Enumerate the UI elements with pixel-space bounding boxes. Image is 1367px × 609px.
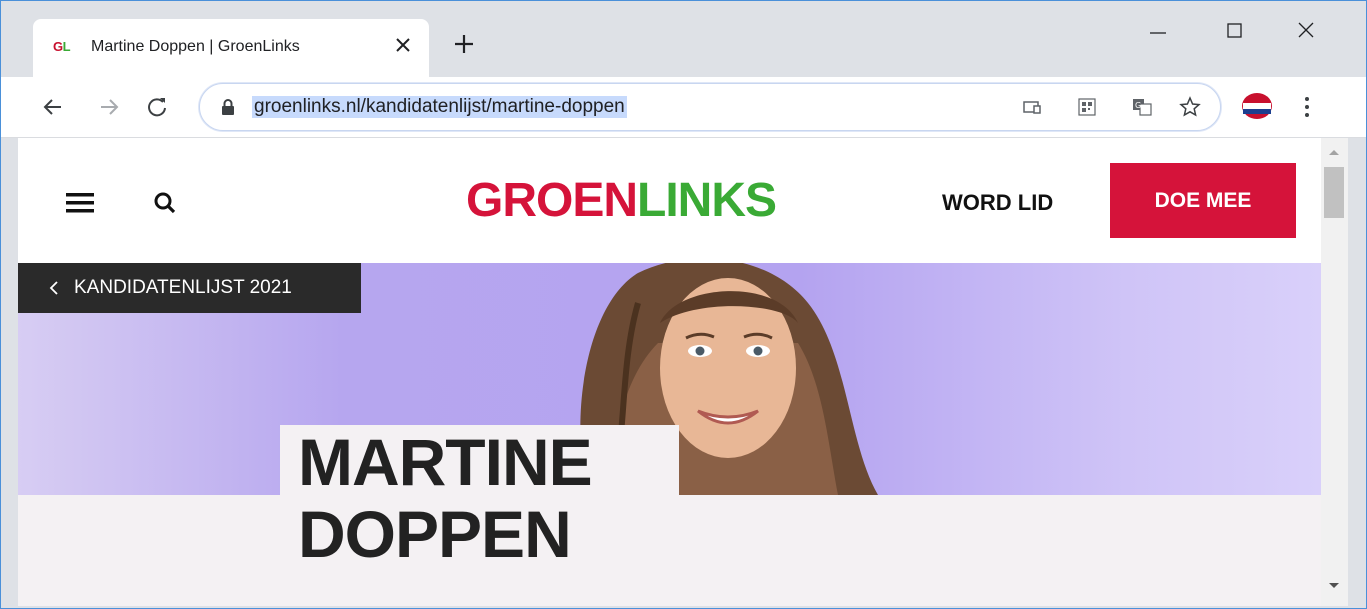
url-text[interactable]: groenlinks.nl/kandidatenlijst/martine-do… xyxy=(252,96,627,118)
arrow-right-icon[interactable] xyxy=(95,93,123,121)
qr-code-icon[interactable] xyxy=(1075,95,1099,119)
close-icon[interactable] xyxy=(391,33,415,57)
reload-icon[interactable] xyxy=(143,93,171,121)
svg-text:G: G xyxy=(1135,101,1141,110)
arrow-left-icon[interactable] xyxy=(39,93,67,121)
candidate-first-name: MARTINE xyxy=(298,425,593,499)
plus-icon[interactable] xyxy=(451,31,477,57)
site-header: GROENLINKS WORD LID DOE MEE xyxy=(18,138,1321,263)
tab-strip: GL Martine Doppen | GroenLinks xyxy=(1,1,1366,77)
lock-icon[interactable] xyxy=(220,98,236,116)
extension-icon[interactable] xyxy=(1239,89,1275,123)
close-window-icon[interactable] xyxy=(1283,15,1329,45)
maximize-icon[interactable] xyxy=(1211,15,1257,45)
scroll-up-icon[interactable] xyxy=(1326,147,1342,157)
scroll-down-icon[interactable] xyxy=(1326,581,1342,591)
favicon: GL xyxy=(53,39,71,54)
page-viewport: GROENLINKS WORD LID DOE MEE KANDIDATENLI… xyxy=(18,138,1321,606)
tab-title: Martine Doppen | GroenLinks xyxy=(91,38,300,55)
doe-mee-button[interactable]: DOE MEE xyxy=(1110,163,1296,238)
candidate-last-name: DOPPEN xyxy=(298,497,572,571)
translate-icon[interactable]: G xyxy=(1130,95,1154,119)
hamburger-menu-icon[interactable] xyxy=(66,192,94,214)
back-to-list-link[interactable]: KANDIDATENLIJST 2021 xyxy=(18,263,361,313)
tab-active[interactable]: GL Martine Doppen | GroenLinks xyxy=(33,19,429,77)
search-icon[interactable] xyxy=(152,190,178,216)
star-icon[interactable] xyxy=(1178,95,1202,119)
site-logo[interactable]: GROENLINKS xyxy=(466,173,777,229)
chevron-left-icon xyxy=(49,281,58,295)
browser-window: GL Martine Doppen | GroenLinks groenlink… xyxy=(0,0,1367,609)
word-lid-link[interactable]: WORD LID xyxy=(942,190,1053,216)
minimize-icon[interactable] xyxy=(1135,15,1181,45)
address-bar[interactable]: groenlinks.nl/kandidatenlijst/martine-do… xyxy=(199,83,1221,131)
cast-icon[interactable] xyxy=(1020,95,1044,119)
scrollbar-thumb[interactable] xyxy=(1324,167,1344,218)
browser-toolbar: groenlinks.nl/kandidatenlijst/martine-do… xyxy=(1,77,1366,138)
back-link-label: KANDIDATENLIJST 2021 xyxy=(74,277,292,298)
kebab-menu-icon[interactable] xyxy=(1297,93,1317,121)
